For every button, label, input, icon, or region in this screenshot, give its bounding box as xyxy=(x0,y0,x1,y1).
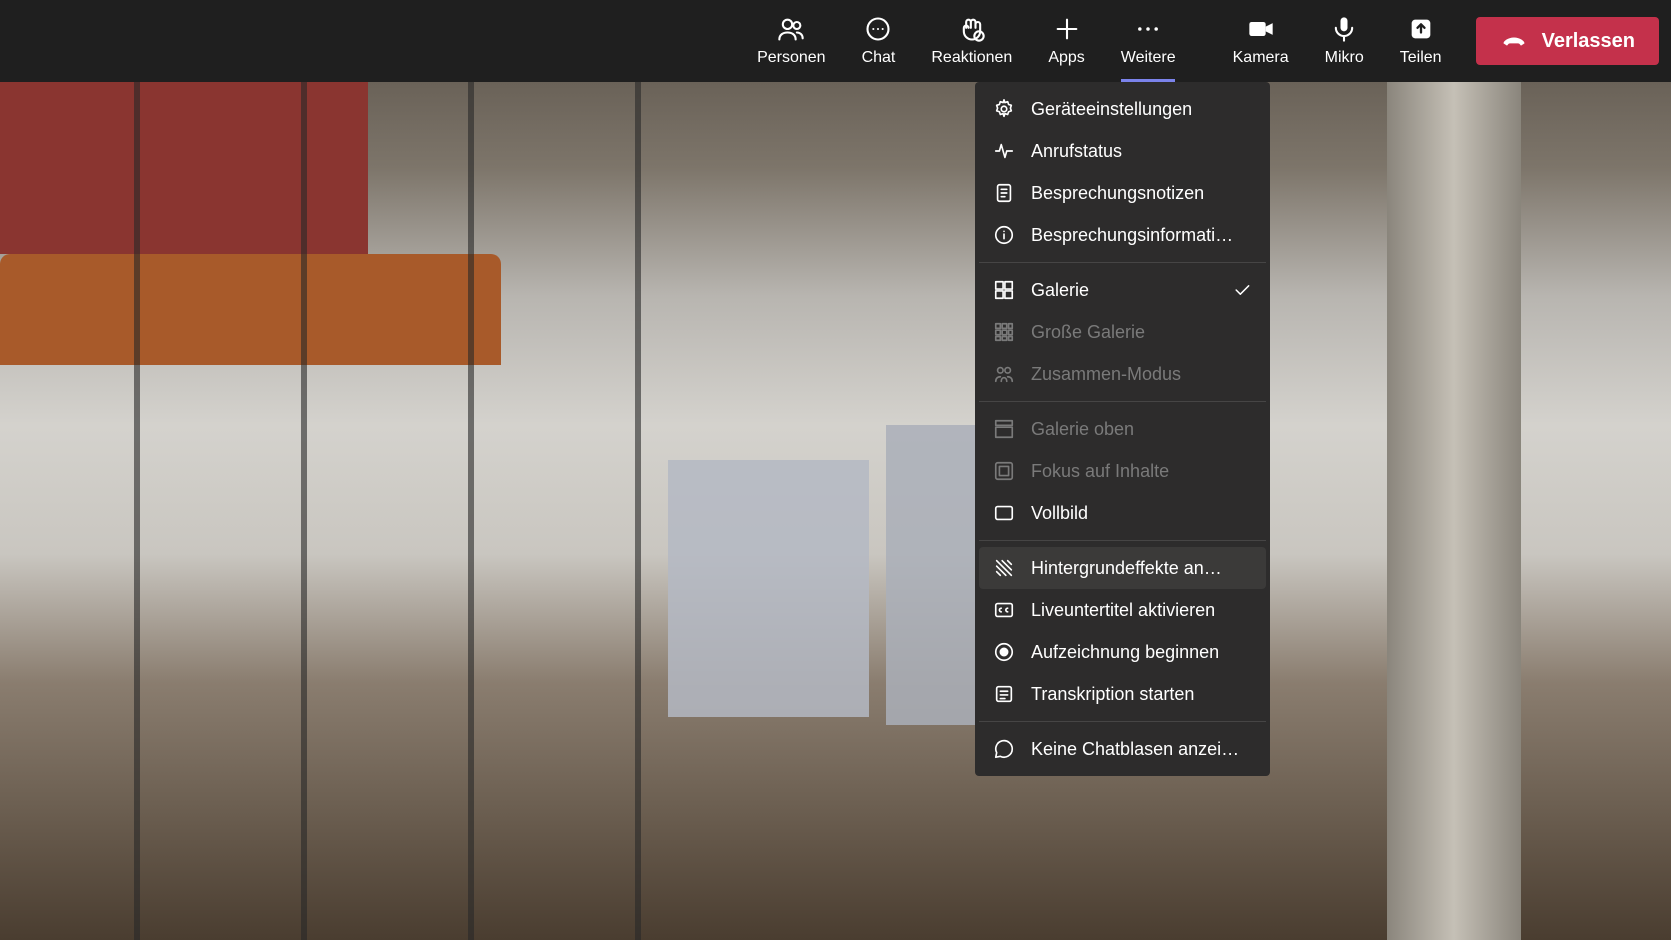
menu-item-call-health[interactable]: Anrufstatus xyxy=(979,130,1266,172)
menu-item-gallery-top: Galerie oben xyxy=(979,408,1266,450)
focus-icon xyxy=(993,460,1015,482)
plus-icon xyxy=(1053,15,1081,43)
menu-item-background-effects[interactable]: Hintergrundeffekte an… xyxy=(979,547,1266,589)
together-icon xyxy=(993,363,1015,385)
toolbar-group-actions: Personen Chat Reaktionen Apps Weitere xyxy=(739,0,1194,82)
more-button[interactable]: Weitere xyxy=(1103,0,1194,82)
reactions-button[interactable]: Reaktionen xyxy=(913,0,1030,82)
video-background xyxy=(0,82,1671,940)
menu-item-label: Hintergrundeffekte an… xyxy=(1031,558,1252,579)
record-icon xyxy=(993,641,1015,663)
leave-label: Verlassen xyxy=(1542,30,1635,53)
menu-item-label: Keine Chatblasen anzei… xyxy=(1031,739,1252,760)
meeting-toolbar: Personen Chat Reaktionen Apps Weitere xyxy=(0,0,1671,82)
menu-separator xyxy=(979,721,1266,722)
info-icon xyxy=(993,224,1015,246)
menu-item-large-gallery: Große Galerie xyxy=(979,311,1266,353)
menu-item-label: Anrufstatus xyxy=(1031,141,1252,162)
people-icon xyxy=(777,15,805,43)
camera-label: Kamera xyxy=(1233,49,1289,67)
chat-label: Chat xyxy=(862,49,896,67)
share-button[interactable]: Teilen xyxy=(1382,0,1460,82)
menu-item-label: Zusammen-Modus xyxy=(1031,364,1252,385)
ellipsis-icon xyxy=(1134,15,1162,43)
video-stage xyxy=(0,82,1671,940)
pulse-icon xyxy=(993,140,1015,162)
mic-label: Mikro xyxy=(1325,49,1364,67)
menu-item-device-settings[interactable]: Geräteeinstellungen xyxy=(979,88,1266,130)
gallery-top-icon xyxy=(993,418,1015,440)
notes-icon xyxy=(993,182,1015,204)
apps-label: Apps xyxy=(1048,49,1084,67)
menu-separator xyxy=(979,401,1266,402)
menu-item-label: Liveuntertitel aktivieren xyxy=(1031,600,1252,621)
camera-button[interactable]: Kamera xyxy=(1215,0,1307,82)
menu-item-label: Besprechungsinformati… xyxy=(1031,225,1252,246)
share-label: Teilen xyxy=(1400,49,1442,67)
grid-large-icon xyxy=(993,321,1015,343)
menu-item-label: Besprechungsnotizen xyxy=(1031,183,1252,204)
menu-item-gallery[interactable]: Galerie xyxy=(979,269,1266,311)
menu-item-label: Große Galerie xyxy=(1031,322,1252,343)
menu-item-fullscreen[interactable]: Vollbild xyxy=(979,492,1266,534)
menu-item-label: Transkription starten xyxy=(1031,684,1252,705)
chat-off-icon xyxy=(993,738,1015,760)
chat-button[interactable]: Chat xyxy=(844,0,914,82)
menu-item-meeting-info[interactable]: Besprechungsinformati… xyxy=(979,214,1266,256)
menu-item-meeting-notes[interactable]: Besprechungsnotizen xyxy=(979,172,1266,214)
menu-item-label: Geräteeinstellungen xyxy=(1031,99,1252,120)
reactions-label: Reaktionen xyxy=(931,49,1012,67)
menu-item-focus-content: Fokus auf Inhalte xyxy=(979,450,1266,492)
transcript-icon xyxy=(993,683,1015,705)
menu-item-label: Vollbild xyxy=(1031,503,1252,524)
share-icon xyxy=(1407,15,1435,43)
leave-button[interactable]: Verlassen xyxy=(1476,17,1659,65)
grid-icon xyxy=(993,279,1015,301)
menu-separator xyxy=(979,540,1266,541)
hand-smile-icon xyxy=(958,15,986,43)
hangup-icon xyxy=(1500,27,1528,55)
menu-separator xyxy=(979,262,1266,263)
menu-item-label: Galerie oben xyxy=(1031,419,1252,440)
menu-item-together-mode: Zusammen-Modus xyxy=(979,353,1266,395)
gear-icon xyxy=(993,98,1015,120)
people-button[interactable]: Personen xyxy=(739,0,844,82)
menu-item-live-captions[interactable]: Liveuntertitel aktivieren xyxy=(979,589,1266,631)
menu-item-no-chat-bubbles[interactable]: Keine Chatblasen anzei… xyxy=(979,728,1266,770)
menu-item-label: Galerie xyxy=(1031,280,1216,301)
menu-item-label: Fokus auf Inhalte xyxy=(1031,461,1252,482)
people-label: Personen xyxy=(757,49,826,67)
camera-icon xyxy=(1247,15,1275,43)
mic-icon xyxy=(1330,15,1358,43)
background-icon xyxy=(993,557,1015,579)
menu-item-label: Aufzeichnung beginnen xyxy=(1031,642,1252,663)
chat-icon xyxy=(864,15,892,43)
mic-button[interactable]: Mikro xyxy=(1307,0,1382,82)
more-label: Weitere xyxy=(1121,49,1176,67)
menu-item-start-transcription[interactable]: Transkription starten xyxy=(979,673,1266,715)
menu-item-start-recording[interactable]: Aufzeichnung beginnen xyxy=(979,631,1266,673)
fullscreen-icon xyxy=(993,502,1015,524)
toolbar-group-av: Kamera Mikro Teilen xyxy=(1215,0,1460,82)
apps-button[interactable]: Apps xyxy=(1030,0,1102,82)
more-actions-menu: Geräteeinstellungen Anrufstatus Besprechun… xyxy=(975,82,1270,776)
check-icon xyxy=(1232,280,1252,300)
cc-icon xyxy=(993,599,1015,621)
